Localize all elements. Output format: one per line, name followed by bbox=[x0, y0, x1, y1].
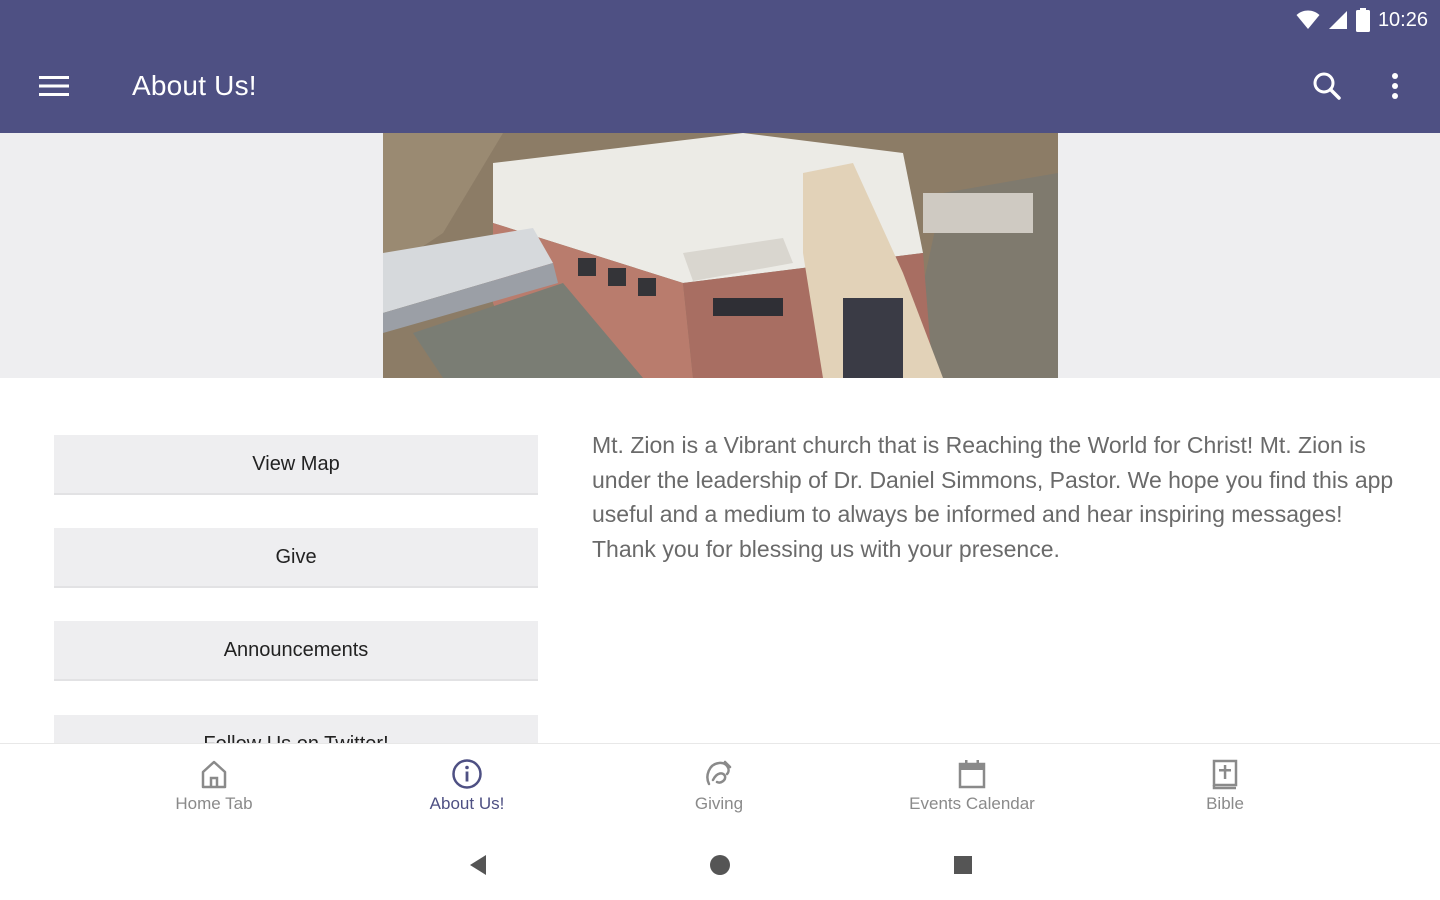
search-button[interactable] bbox=[1304, 64, 1350, 108]
more-options-button[interactable] bbox=[1374, 64, 1416, 108]
tab-home[interactable]: Home Tab bbox=[114, 758, 314, 828]
calendar-icon bbox=[958, 760, 986, 789]
cell-signal-icon bbox=[1328, 10, 1348, 30]
system-back-button[interactable] bbox=[458, 851, 498, 879]
hamburger-menu-button[interactable] bbox=[28, 64, 80, 108]
hamburger-menu-icon bbox=[39, 76, 69, 96]
action-buttons-list: View Map Give Announcements Follow Us on… bbox=[54, 435, 538, 743]
tab-events-calendar-label: Events Calendar bbox=[909, 794, 1035, 813]
give-button[interactable]: Give bbox=[54, 528, 538, 588]
view-map-button[interactable]: View Map bbox=[54, 435, 538, 495]
screen: 10:26 About Us! View Map Give Announceme… bbox=[0, 0, 1440, 900]
church-building-photo bbox=[383, 133, 1058, 378]
more-vertical-icon bbox=[1392, 73, 1398, 99]
tab-about-us-label: About Us! bbox=[429, 794, 505, 813]
tab-bible[interactable]: Bible bbox=[1125, 758, 1325, 828]
wifi-icon bbox=[1296, 10, 1320, 30]
status-time: 10:26 bbox=[1377, 8, 1428, 31]
battery-icon bbox=[1355, 8, 1370, 32]
giving-hand-icon bbox=[706, 760, 732, 786]
tab-giving-label: Giving bbox=[694, 794, 744, 813]
info-icon bbox=[452, 759, 482, 789]
bible-icon bbox=[1212, 759, 1238, 790]
search-icon bbox=[1313, 72, 1341, 100]
back-triangle-icon bbox=[470, 855, 486, 875]
follow-twitter-button[interactable]: Follow Us on Twitter! bbox=[54, 715, 538, 743]
system-home-button[interactable] bbox=[700, 851, 740, 879]
bottom-navigation: Home Tab About Us! Giving Events Calenda… bbox=[0, 743, 1440, 833]
tab-bible-label: Bible bbox=[1206, 794, 1244, 813]
home-circle-icon bbox=[710, 855, 730, 875]
app-bar: 10:26 About Us! bbox=[0, 0, 1440, 133]
system-recents-button[interactable] bbox=[943, 851, 983, 879]
recents-square-icon bbox=[954, 856, 972, 874]
announcements-button[interactable]: Announcements bbox=[54, 621, 538, 681]
tab-home-label: Home Tab bbox=[175, 794, 253, 813]
tab-giving[interactable]: Giving bbox=[619, 758, 819, 828]
system-navigation-bar bbox=[0, 833, 1440, 900]
page-title: About Us! bbox=[132, 70, 257, 101]
tab-events-calendar[interactable]: Events Calendar bbox=[872, 758, 1072, 828]
about-description: Mt. Zion is a Vibrant church that is Rea… bbox=[592, 432, 1394, 562]
tab-about-us[interactable]: About Us! bbox=[367, 758, 567, 828]
status-bar: 10:26 bbox=[1296, 6, 1428, 34]
home-icon bbox=[201, 760, 227, 789]
